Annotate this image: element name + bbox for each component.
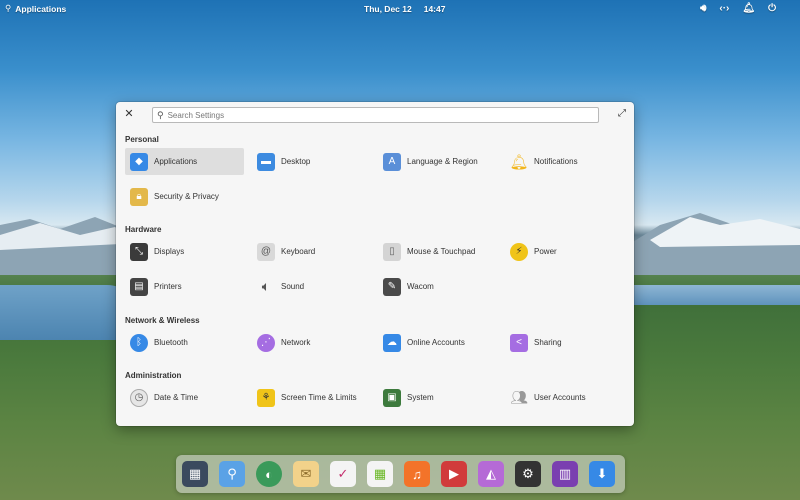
maximize-icon: ⤢ xyxy=(618,108,626,119)
parental-controls-icon: ⚘ xyxy=(257,388,275,407)
date-label: Thu, Dec 12 xyxy=(364,4,412,14)
app-center-icon[interactable]: ▥ xyxy=(552,461,578,487)
settings-item-user-accounts[interactable]: 👥︎ User Accounts xyxy=(505,384,624,411)
settings-item-screen-time-limits[interactable]: ⚘ Screen Time & Limits xyxy=(252,384,371,411)
cloud-icon: ☁︎ xyxy=(383,333,401,352)
settings-item-label: Sharing xyxy=(534,338,562,347)
section-title-network-wireless: Network & Wireless xyxy=(125,316,200,325)
search-icon: ⚲ xyxy=(157,109,164,120)
users-icon: 👥︎ xyxy=(510,389,528,405)
search-input[interactable] xyxy=(167,110,568,120)
settings-window: ✕ ⚲ ⤢ Personal ◆ Applications ▬ Desktop … xyxy=(116,102,634,426)
multitasking-view-icon[interactable]: ▦ xyxy=(182,461,208,487)
section-title-hardware: Hardware xyxy=(125,225,162,234)
settings-item-language-region[interactable]: A Language & Region xyxy=(378,148,497,175)
settings-item-date-time[interactable]: ◷ Date & Time xyxy=(125,384,244,411)
search-field[interactable]: ⚲ xyxy=(152,107,599,123)
display-icon: ⤡ xyxy=(130,242,148,261)
tablet-icon: ✎ xyxy=(383,277,401,296)
settings-item-displays[interactable]: ⤡ Displays xyxy=(125,238,244,265)
settings-item-sharing[interactable]: < Sharing xyxy=(505,329,624,356)
keyboard-icon: @ xyxy=(257,242,275,261)
settings-item-wacom[interactable]: ✎ Wacom xyxy=(378,273,497,300)
settings-item-label: Applications xyxy=(154,157,198,166)
settings-item-label: Security & Privacy xyxy=(154,192,219,201)
settings-item-printers[interactable]: ▤ Printers xyxy=(125,273,244,300)
photos-icon[interactable]: ◭ xyxy=(478,461,504,487)
calendar-icon[interactable]: ▦ xyxy=(367,461,393,487)
bluetooth-icon: ᛒ xyxy=(130,333,148,352)
network-icon[interactable]: ‹·› xyxy=(719,3,729,14)
settings-item-sound[interactable]: 🔈︎ Sound xyxy=(252,273,371,300)
date-time-indicator[interactable]: Thu, Dec 12 14:47 xyxy=(364,4,445,14)
settings-item-bluetooth[interactable]: ᛒ Bluetooth xyxy=(125,329,244,356)
speaker-icon: 🔈︎ xyxy=(261,278,271,294)
music-icon[interactable]: ♫ xyxy=(404,461,430,487)
system-settings-icon[interactable]: ⚙︎ xyxy=(515,461,541,487)
settings-item-label: User Accounts xyxy=(534,393,586,402)
settings-item-label: Date & Time xyxy=(154,393,199,402)
settings-item-label: Mouse & Touchpad xyxy=(407,247,476,256)
share-icon: < xyxy=(510,333,528,352)
printer-icon: ▤ xyxy=(130,277,148,296)
notifications-icon[interactable]: 🔔︎ xyxy=(742,3,755,14)
web-browser-icon[interactable]: ◐ xyxy=(256,461,282,487)
network-globe-icon: ⋰ xyxy=(257,333,275,352)
settings-item-label: Bluetooth xyxy=(154,338,188,347)
volume-icon[interactable]: 🔊︎ xyxy=(700,3,706,14)
settings-item-label: Displays xyxy=(154,247,185,256)
power-icon: ⚡︎ xyxy=(510,242,528,261)
settings-item-label: Power xyxy=(534,247,557,256)
language-icon: A xyxy=(383,152,401,171)
settings-item-online-accounts[interactable]: ☁︎ Online Accounts xyxy=(378,329,497,356)
settings-item-label: Language & Region xyxy=(407,157,478,166)
settings-item-label: Online Accounts xyxy=(407,338,465,347)
power-icon[interactable]: ⏻ xyxy=(768,3,776,14)
settings-item-system[interactable]: ▣ System xyxy=(378,384,497,411)
settings-item-keyboard[interactable]: @ Keyboard xyxy=(252,238,371,265)
section-title-personal: Personal xyxy=(125,135,159,144)
settings-item-power[interactable]: ⚡︎ Power xyxy=(505,238,624,265)
mouse-icon: ▯ xyxy=(383,242,401,261)
settings-item-network[interactable]: ⋰ Network xyxy=(252,329,371,356)
files-icon[interactable]: ⚲ xyxy=(219,461,245,487)
system-chip-icon: ▣ xyxy=(383,388,401,407)
settings-item-label: Sound xyxy=(281,282,305,291)
settings-item-desktop[interactable]: ▬ Desktop xyxy=(252,148,371,175)
close-icon: ✕ xyxy=(124,108,134,120)
desktop-icon: ▬ xyxy=(257,152,275,171)
mail-icon[interactable]: ✉︎ xyxy=(293,461,319,487)
time-label: 14:47 xyxy=(423,4,446,14)
maximize-button[interactable]: ⤢ xyxy=(616,108,628,120)
applications-label: Applications xyxy=(15,3,67,14)
settings-item-label: Desktop xyxy=(281,157,311,166)
settings-item-label: Wacom xyxy=(407,282,434,291)
installer-icon[interactable]: ⬇ xyxy=(589,461,615,487)
settings-item-applications[interactable]: ◆ Applications xyxy=(125,148,244,175)
bell-icon: 🔔︎ xyxy=(509,153,529,171)
close-button[interactable]: ✕ xyxy=(123,107,135,121)
system-indicators: 🔊︎ ‹·› 🔔︎ ⏻ xyxy=(700,3,776,14)
search-icon: ⚲ xyxy=(5,3,12,13)
lock-icon: 🔒︎ xyxy=(130,187,148,206)
settings-item-notifications[interactable]: 🔔︎ Notifications xyxy=(505,148,624,175)
dock: ▦ ⚲ ◐ ✉︎ ✓ ▦ ♫ ▶ ◭ ⚙︎ ▥ ⬇ xyxy=(176,455,625,493)
settings-item-mouse-touchpad[interactable]: ▯ Mouse & Touchpad xyxy=(378,238,497,265)
settings-item-label: Screen Time & Limits xyxy=(281,393,357,402)
settings-item-label: Network xyxy=(281,338,311,347)
videos-icon[interactable]: ▶ xyxy=(441,461,467,487)
settings-item-security-privacy[interactable]: 🔒︎ Security & Privacy xyxy=(125,183,244,210)
applications-menu[interactable]: ⚲ Applications xyxy=(5,3,66,14)
clock-icon: ◷ xyxy=(130,388,148,407)
settings-item-label: System xyxy=(407,393,434,402)
tasks-icon[interactable]: ✓ xyxy=(330,461,356,487)
settings-item-label: Notifications xyxy=(534,157,578,166)
top-panel: ⚲ Applications Thu, Dec 12 14:47 🔊︎ ‹·› … xyxy=(0,0,800,17)
section-title-administration: Administration xyxy=(125,371,182,380)
applications-icon: ◆ xyxy=(130,152,148,171)
settings-item-label: Printers xyxy=(154,282,182,291)
settings-item-label: Keyboard xyxy=(281,247,316,256)
